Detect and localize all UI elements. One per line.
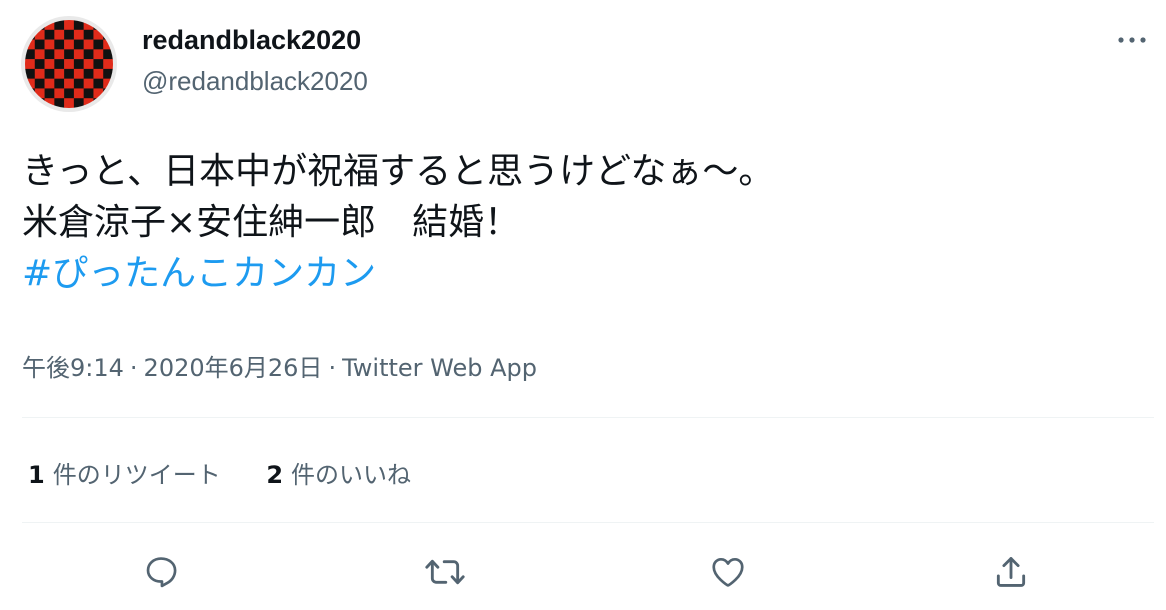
retweet-icon	[425, 559, 465, 585]
tweet-date[interactable]: 2020年6月26日	[144, 354, 323, 382]
tweet-line: 米倉涼子×安住紳一郎 結婚！	[22, 202, 521, 243]
user-handle[interactable]: @redandblack2020	[142, 66, 368, 97]
tweet-text: きっと、日本中が祝福すると思うけどなぁ〜。 米倉涼子×安住紳一郎 結婚！ #ぴっ…	[22, 146, 774, 299]
divider	[22, 417, 1154, 418]
meta-separator: ·	[129, 354, 138, 382]
reply-icon	[146, 557, 177, 588]
reply-button[interactable]	[133, 544, 189, 600]
tweet-time[interactable]: 午後9:14	[22, 354, 124, 382]
like-count: 2	[266, 461, 284, 489]
tweet-stats: 1 件のリツイート 2 件のいいね	[28, 455, 411, 490]
divider	[22, 522, 1154, 523]
display-name[interactable]: redandblack2020	[142, 25, 361, 56]
tweet-meta: 午後9:14 · 2020年6月26日 · Twitter Web App	[22, 348, 537, 383]
tweet-line: きっと、日本中が祝福すると思うけどなぁ〜。	[22, 151, 775, 192]
share-button[interactable]	[983, 544, 1039, 600]
checkered-avatar-image	[25, 20, 113, 108]
share-icon	[996, 557, 1026, 587]
tweet-source[interactable]: Twitter Web App	[342, 354, 537, 382]
hashtag-link[interactable]: #ぴったんこカンカン	[22, 248, 774, 299]
retweet-count-label: 件のリツイート	[52, 461, 221, 489]
retweet-count: 1	[28, 461, 45, 489]
like-count-link[interactable]: 2 件のいいね	[266, 455, 411, 490]
more-horizontal-icon	[1118, 37, 1146, 43]
like-button[interactable]	[700, 544, 756, 600]
meta-separator: ·	[328, 354, 337, 382]
retweet-count-link[interactable]: 1 件のリツイート	[28, 455, 221, 490]
like-icon	[712, 557, 744, 587]
like-count-label: 件のいいね	[291, 461, 412, 489]
action-bar	[0, 544, 1166, 600]
avatar[interactable]	[21, 16, 117, 112]
more-button[interactable]	[1114, 26, 1150, 54]
retweet-button[interactable]	[417, 544, 473, 600]
